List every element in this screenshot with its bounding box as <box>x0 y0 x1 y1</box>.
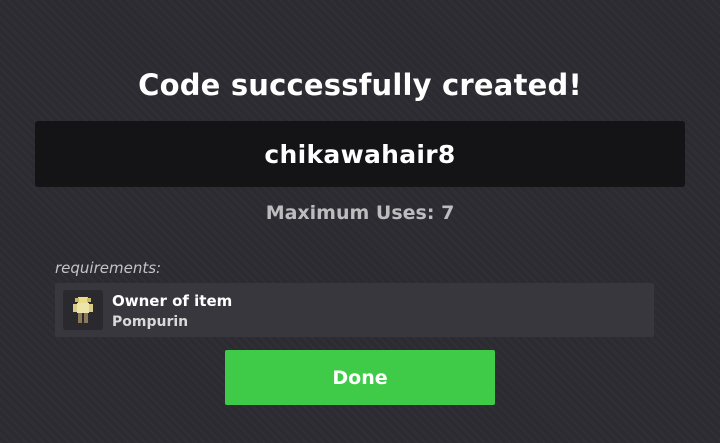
pompurin-item-icon <box>63 290 103 330</box>
item-thumbnail-icon <box>63 290 103 330</box>
done-button[interactable]: Done <box>225 350 495 405</box>
code-text[interactable]: chikawahair8 <box>264 140 455 169</box>
requirement-item-name[interactable]: Pompurin <box>112 314 188 330</box>
requirement-title: Owner of item <box>112 292 233 310</box>
maximum-uses-text: Maximum Uses: 7 <box>265 202 455 224</box>
code-display-box[interactable]: chikawahair8 <box>35 121 685 187</box>
requirement-card: Owner of item Pompurin <box>55 283 654 337</box>
code-created-dialog: Code successfully created! chikawahair8 … <box>0 0 720 443</box>
requirements-label: requirements: <box>55 259 162 277</box>
dialog-title: Code successfully created! <box>138 68 582 102</box>
